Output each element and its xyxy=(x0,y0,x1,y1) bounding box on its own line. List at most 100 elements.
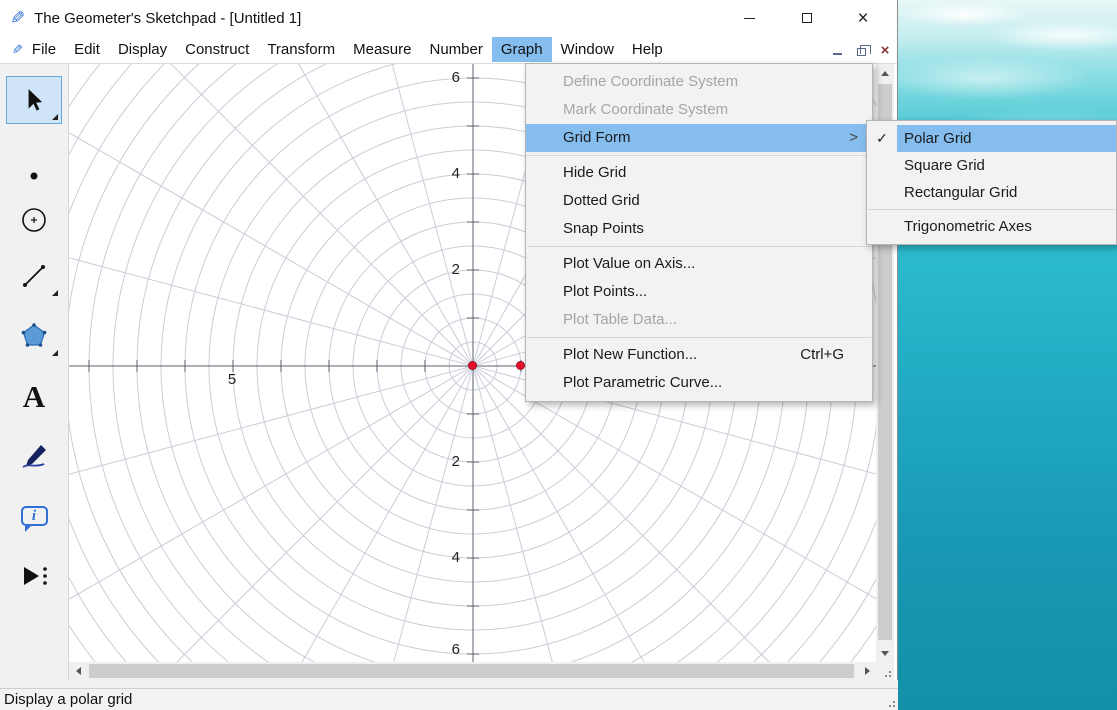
mdi-close-button[interactable]: × xyxy=(874,40,896,60)
x-axis-label: 5 xyxy=(227,371,237,388)
tool-button-compass[interactable] xyxy=(6,196,62,244)
menubar-item-help[interactable]: Help xyxy=(623,37,672,62)
marker-tool-icon xyxy=(22,445,46,468)
text-tool-icon: A xyxy=(22,378,46,414)
horizontal-scroll-thumb[interactable] xyxy=(89,664,854,678)
selection-arrow-icon xyxy=(28,89,43,111)
graph-menu: Define Coordinate System Mark Coordinate… xyxy=(525,63,873,402)
status-message: Display a polar grid xyxy=(4,691,133,708)
maximize-button[interactable] xyxy=(790,6,824,30)
toolbox: A i xyxy=(0,64,69,680)
menu-item-define-coordinate-system: Define Coordinate System xyxy=(563,73,739,90)
menubar-item-number[interactable]: Number xyxy=(420,37,491,62)
submenu-item-square-grid[interactable]: Square Grid xyxy=(867,152,1116,179)
mdi-restore-icon xyxy=(856,45,871,56)
menubar-item-window[interactable]: Window xyxy=(552,37,623,62)
tool-button-text[interactable]: A xyxy=(6,372,62,420)
scroll-down-button[interactable] xyxy=(876,644,894,662)
menu-item-snap-points[interactable]: Snap Points xyxy=(526,215,872,243)
menu-separator xyxy=(527,246,871,247)
titlebar: ✎ The Geometer's Sketchpad - [Untitled 1… xyxy=(0,0,897,36)
menubar-item-construct[interactable]: Construct xyxy=(176,37,258,62)
resize-grip-icon[interactable] xyxy=(893,705,895,707)
submenu-item-rectangular-grid[interactable]: Rectangular Grid xyxy=(867,179,1116,206)
menu-item-hide-grid[interactable]: Hide Grid xyxy=(526,159,872,187)
y-axis-label: 2 xyxy=(451,261,460,278)
resize-grip-icon[interactable] xyxy=(889,675,891,677)
tool-button-polygon[interactable] xyxy=(6,312,62,360)
tool-button-straightedge[interactable] xyxy=(6,252,62,300)
menubar-item-transform[interactable]: Transform xyxy=(258,37,344,62)
submenu-item-polar-grid[interactable]: ✓ Polar Grid xyxy=(867,125,1116,152)
information-tool-icon: i xyxy=(20,506,48,532)
scroll-right-button[interactable] xyxy=(858,662,876,680)
screen: ✎ The Geometer's Sketchpad - [Untitled 1… xyxy=(0,0,1117,710)
menu-item-plot-points[interactable]: Plot Points... xyxy=(526,278,872,306)
straightedge-tool-icon xyxy=(23,265,45,287)
check-icon: ✓ xyxy=(876,130,888,146)
flyout-indicator-icon xyxy=(52,290,58,296)
custom-tool-icon xyxy=(24,567,47,585)
mdi-restore-button[interactable] xyxy=(850,40,872,60)
menubar-item-graph[interactable]: Graph xyxy=(491,37,552,62)
menu-separator xyxy=(527,337,871,338)
y-axis-label: 2 xyxy=(451,453,460,470)
right-arrow-icon xyxy=(864,667,870,675)
menubar-item-edit[interactable]: Edit xyxy=(65,37,109,62)
menu-item-grid-form[interactable]: Grid Form > xyxy=(526,124,872,152)
tool-button-marker[interactable] xyxy=(6,432,62,480)
menubar-item-display[interactable]: Display xyxy=(109,37,176,62)
horizontal-scrollbar[interactable] xyxy=(69,662,876,680)
tool-button-custom-tool[interactable] xyxy=(6,552,62,600)
up-arrow-icon xyxy=(881,70,889,76)
y-axis-label: 6 xyxy=(451,641,460,658)
menubar-item-file[interactable]: File xyxy=(23,37,65,62)
menubar-item-measure[interactable]: Measure xyxy=(344,37,420,62)
app-icon: ✎ xyxy=(10,7,26,28)
polygon-tool-icon xyxy=(21,323,47,347)
mdi-minimize-button[interactable] xyxy=(826,40,848,60)
left-arrow-icon xyxy=(75,667,81,675)
grid-form-submenu: ✓ Polar Grid Square Grid Rectangular Gri… xyxy=(866,120,1117,245)
submenu-arrow-icon: > xyxy=(849,129,858,146)
down-arrow-icon xyxy=(881,650,889,656)
y-axis-label: 4 xyxy=(451,165,460,182)
menu-separator xyxy=(868,209,1115,210)
document-icon: ✎ xyxy=(12,41,23,57)
maximize-icon xyxy=(802,13,812,23)
tool-button-information[interactable]: i xyxy=(6,492,62,540)
submenu-item-trigonometric-axes[interactable]: Trigonometric Axes xyxy=(867,213,1116,240)
desktop-wallpaper xyxy=(898,0,1117,710)
menu-separator xyxy=(527,155,871,156)
window-title: The Geometer's Sketchpad - [Untitled 1] xyxy=(34,9,302,27)
menu-item-dotted-grid[interactable]: Dotted Grid xyxy=(526,187,872,215)
flyout-indicator-icon xyxy=(52,114,58,120)
scroll-corner xyxy=(876,662,894,680)
menu-item-plot-value-on-axis[interactable]: Plot Value on Axis... xyxy=(526,250,872,278)
menu-item-plot-table-data: Plot Table Data... xyxy=(563,311,677,328)
tool-button-selection-arrow[interactable] xyxy=(6,76,62,124)
menubar: ✎ File Edit Display Construct Transform … xyxy=(0,36,897,64)
y-axis-label: 4 xyxy=(451,549,460,566)
menu-item-plot-parametric-curve[interactable]: Plot Parametric Curve... xyxy=(526,369,872,397)
menu-item-plot-new-function[interactable]: Plot New Function... Ctrl+G xyxy=(526,341,872,369)
y-axis-label: 6 xyxy=(451,69,460,86)
close-icon: × xyxy=(857,7,869,29)
window-frame-strip xyxy=(0,680,898,688)
menu-item-mark-coordinate-system: Mark Coordinate System xyxy=(563,101,729,118)
plotted-point-unit[interactable] xyxy=(516,361,525,370)
statusbar: Display a polar grid xyxy=(0,688,898,710)
plotted-point-origin[interactable] xyxy=(468,361,477,370)
close-button[interactable]: × xyxy=(846,6,880,30)
mdi-minimize-icon xyxy=(832,53,842,55)
scroll-left-button[interactable] xyxy=(69,662,87,680)
point-tool-icon xyxy=(30,172,38,180)
scroll-up-button[interactable] xyxy=(876,64,894,82)
tool-button-point[interactable] xyxy=(6,152,62,200)
mdi-close-icon: × xyxy=(880,41,890,59)
minimize-icon xyxy=(743,17,755,19)
shortcut-label: Ctrl+G xyxy=(800,346,844,363)
compass-tool-icon xyxy=(22,208,46,232)
minimize-button[interactable] xyxy=(732,6,766,30)
flyout-indicator-icon xyxy=(52,350,58,356)
